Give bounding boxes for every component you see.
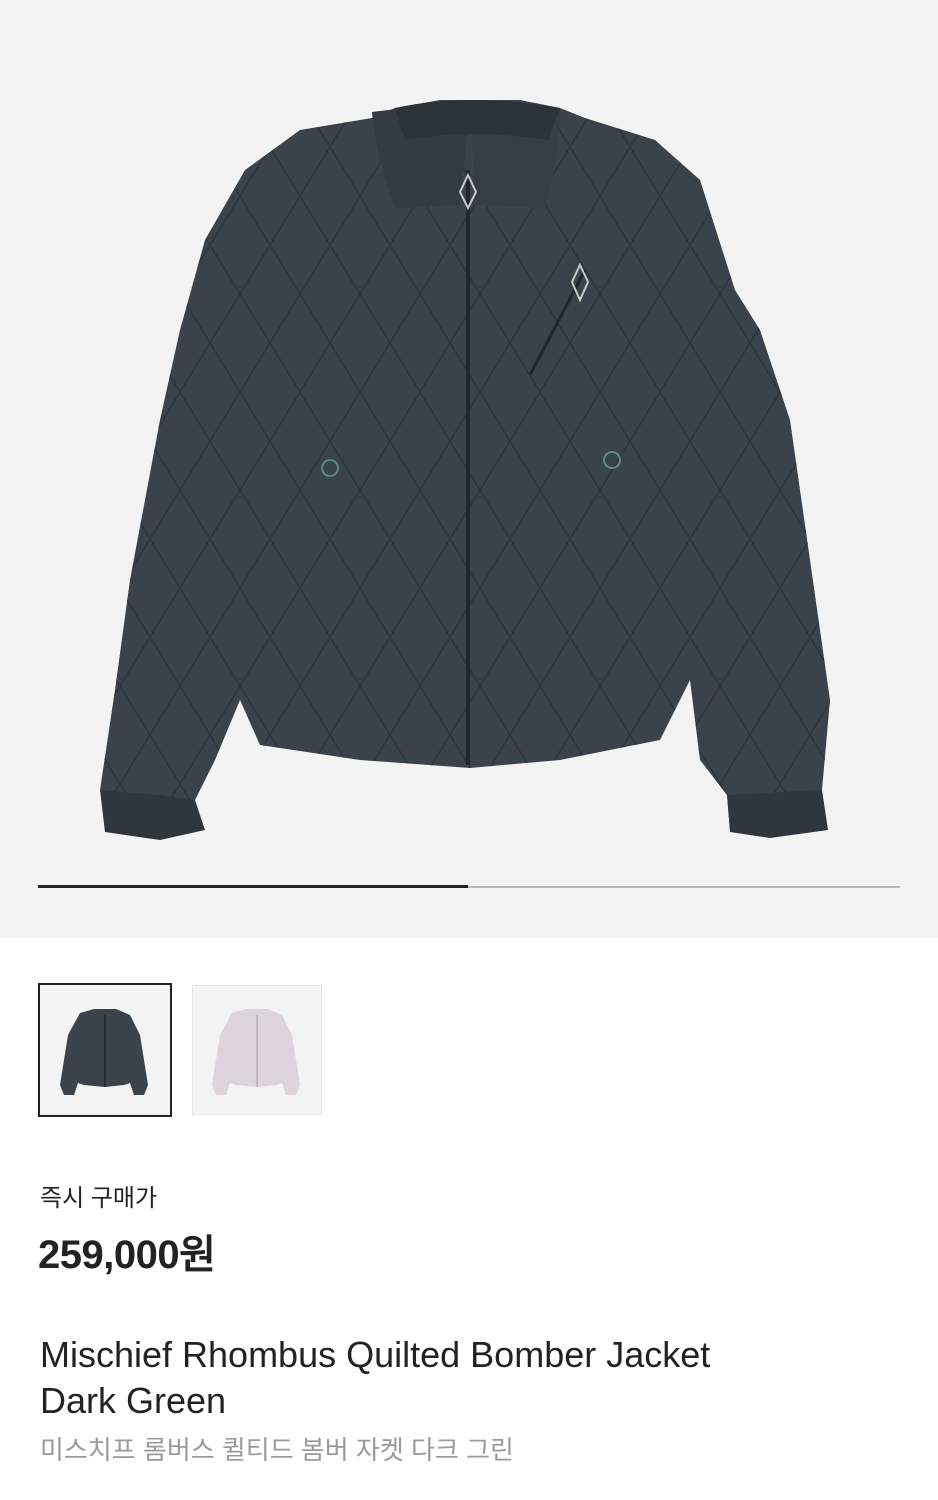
product-price: 259,000원	[38, 1233, 216, 1277]
product-image-gallery[interactable]	[0, 0, 938, 938]
jacket-thumbnail-icon	[212, 1009, 300, 1095]
thumbnail-light-pink[interactable]	[192, 985, 322, 1115]
product-name-korean: 미스치프 롬버스 퀼티드 봄버 자켓 다크 그린	[40, 1435, 514, 1465]
price-label: 즉시 구매가	[40, 1185, 158, 1212]
gallery-progress-fill	[38, 885, 468, 888]
product-main-image	[100, 100, 830, 840]
product-name: Mischief Rhombus Quilted Bomber Jacket D…	[40, 1332, 900, 1424]
product-name-line1: Mischief Rhombus Quilted Bomber Jacket	[40, 1334, 711, 1375]
product-name-line2: Dark Green	[40, 1380, 227, 1421]
jacket-thumbnail-icon	[60, 1009, 148, 1095]
thumbnail-list	[38, 983, 322, 1117]
gallery-progress-track	[38, 885, 900, 888]
thumbnail-dark-green[interactable]	[38, 983, 172, 1117]
